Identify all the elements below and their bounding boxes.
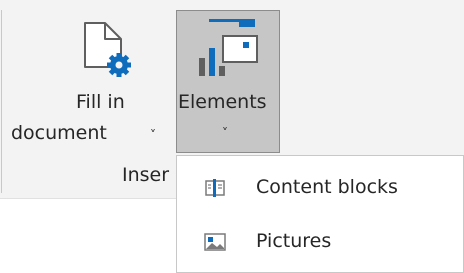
elements-label: Elements — [178, 91, 267, 113]
pictures-label: Pictures — [256, 230, 332, 252]
fill-in-label-line1: Fill in — [76, 91, 125, 113]
picture-icon — [204, 233, 226, 251]
content-blocks-label: Content blocks — [256, 176, 398, 198]
fill-in-document-button[interactable]: Fill in document ˅ — [8, 3, 174, 155]
elements-icon — [199, 19, 258, 76]
group-label-insert: Inser — [122, 164, 170, 186]
group-separator — [1, 10, 2, 193]
fill-in-label-line2: document — [11, 122, 107, 144]
content-blocks-icon — [205, 179, 225, 197]
chevron-down-icon: ˅ — [222, 126, 228, 140]
menu-item-pictures[interactable]: Pictures — [177, 222, 463, 262]
ribbon-bottom-border — [0, 198, 180, 199]
document-gear-icon — [84, 22, 131, 77]
chevron-down-icon: ˅ — [150, 128, 156, 142]
menu-item-content-blocks[interactable]: Content blocks — [177, 168, 463, 208]
elements-button[interactable]: Elements ˅ — [176, 10, 280, 153]
elements-dropdown-menu: Content blocks Pictures — [176, 155, 464, 273]
